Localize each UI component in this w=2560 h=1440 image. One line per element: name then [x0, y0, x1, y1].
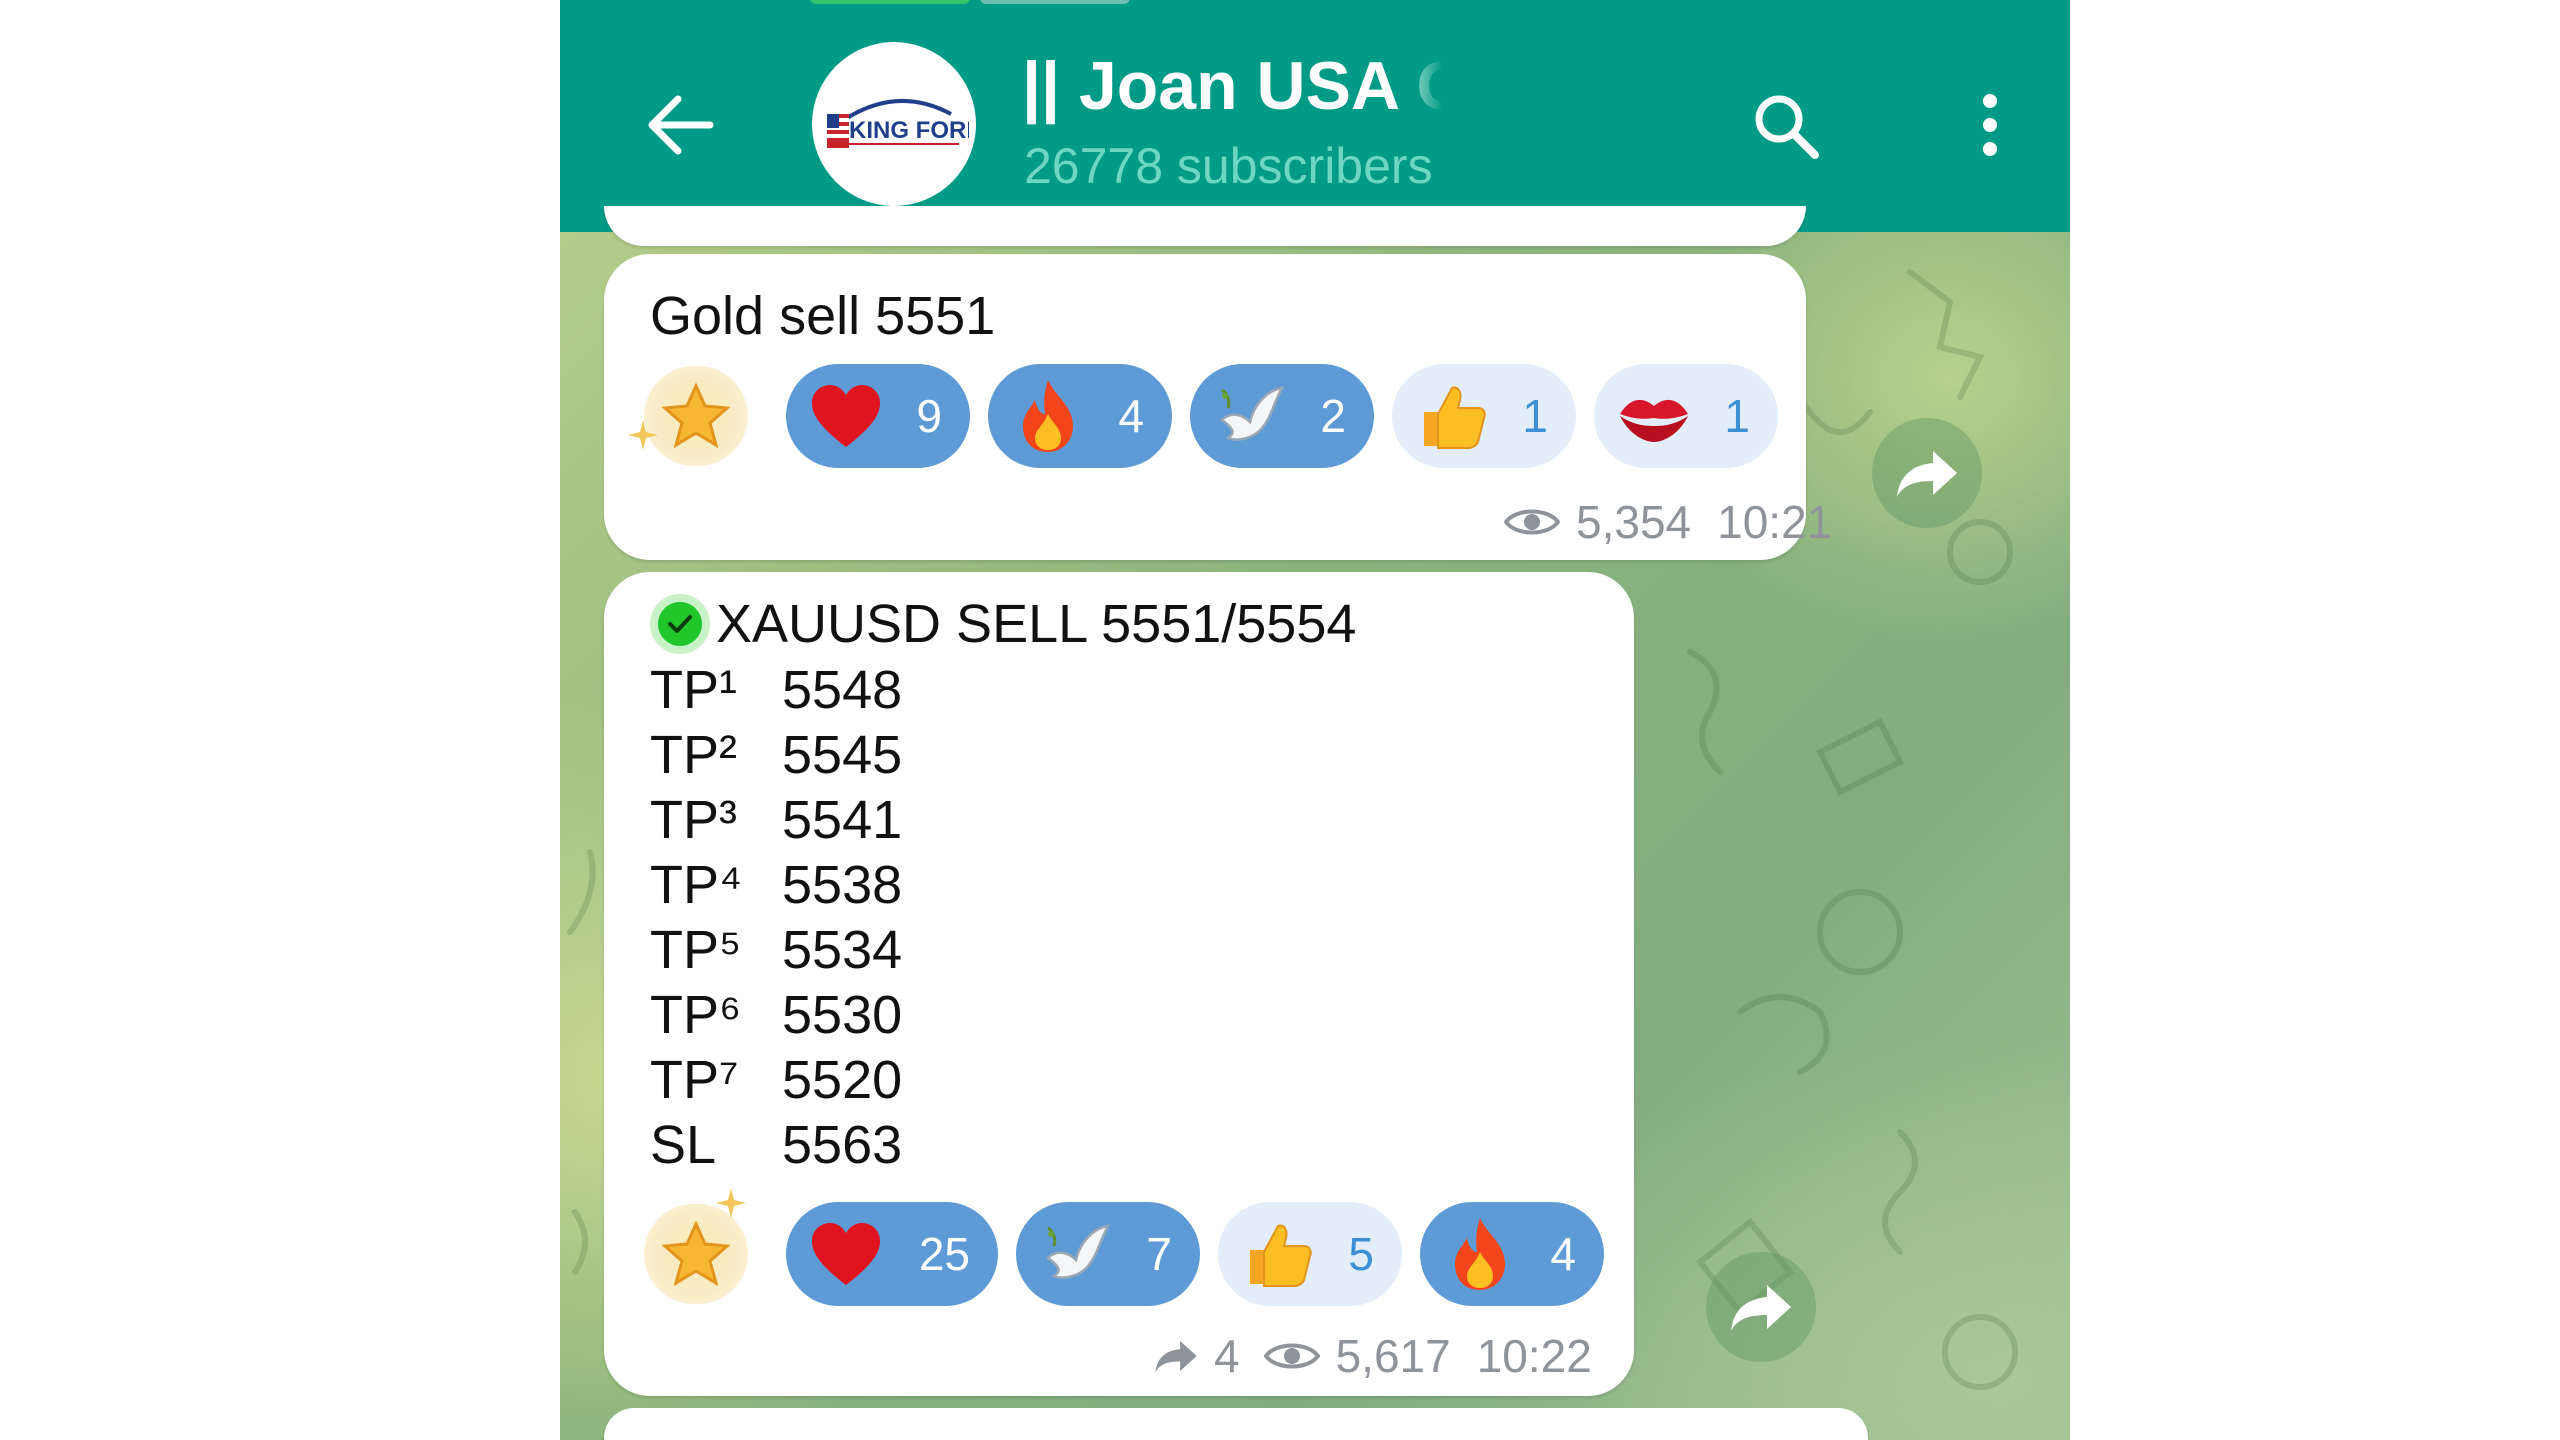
reaction-count: 5	[1348, 1228, 1374, 1280]
eye-icon	[1263, 1343, 1320, 1369]
reaction-count: 4	[1118, 390, 1144, 442]
more-vertical-icon	[1983, 94, 1997, 156]
thumbs-up-icon	[1238, 1214, 1318, 1294]
share-count: 4	[1214, 1330, 1240, 1382]
view-count: 5,354	[1576, 496, 1692, 548]
avatar-logo-text: KING FOREX	[849, 117, 969, 144]
share-arrow-icon	[1155, 1340, 1197, 1373]
reaction-count: 2	[1320, 390, 1346, 442]
star-reaction[interactable]	[628, 364, 756, 468]
level-value: 5545	[782, 725, 903, 785]
forward-button[interactable]	[1706, 1252, 1816, 1362]
subscriber-count: 26778 subscribers	[1024, 138, 1433, 194]
check-mark-icon	[650, 593, 710, 654]
search-button[interactable]	[1740, 80, 1830, 170]
star-icon	[661, 1220, 731, 1287]
fire-icon	[1008, 376, 1088, 456]
share-arrow-icon	[1731, 1285, 1791, 1331]
level-value: 5530	[782, 985, 903, 1045]
heart-reaction[interactable]: 9	[786, 364, 970, 468]
reaction-count: 1	[1724, 390, 1750, 442]
status-indicator	[810, 0, 970, 4]
forward-button[interactable]	[1872, 418, 1982, 528]
message-bubble[interactable]: Gold sell 5551 9 4 2 1 1 5,354 10:21	[604, 254, 1832, 560]
search-icon	[1755, 95, 1819, 159]
share-arrow-icon	[1897, 451, 1957, 497]
level-label: TP⁵	[650, 920, 742, 980]
reactions-row: 25 7 5 4	[636, 1188, 1616, 1306]
message-meta: 4 5,617 10:22	[1154, 1328, 1592, 1384]
thumbs-up-reaction[interactable]: 1	[1392, 364, 1576, 468]
message-bubble[interactable]: XAUUSD SELL 5551/5554 TP¹ 5548 TP² 5545 TP…	[604, 572, 1634, 1396]
eye-icon	[1504, 509, 1560, 535]
level-value: 5541	[782, 790, 903, 850]
level-row: TP² 5545	[650, 723, 902, 788]
previous-message-bubble[interactable]	[604, 206, 1806, 246]
reactions-row: 9 4 2 1 1	[628, 364, 1796, 468]
level-value: 5538	[782, 855, 903, 915]
status-indicator	[980, 0, 1130, 4]
message-meta: 5,354 10:21	[1504, 494, 1832, 550]
level-value: 5563	[782, 1115, 903, 1175]
star-reaction[interactable]	[636, 1188, 756, 1306]
fire-icon	[1440, 1214, 1520, 1294]
level-value: 5520	[782, 1050, 903, 1110]
level-row: TP⁵ 5534	[650, 918, 902, 983]
fire-reaction[interactable]: 4	[1420, 1202, 1604, 1306]
view-count: 5,617	[1335, 1330, 1451, 1382]
channel-header: KING FOREX || Joan USA GOLD Fx 26778 sub…	[560, 0, 2070, 232]
level-row: TP⁶ 5530	[650, 983, 902, 1048]
more-options-button[interactable]	[1950, 80, 2030, 170]
kiss-reaction[interactable]: 1	[1594, 364, 1778, 468]
dove-reaction[interactable]: 2	[1190, 364, 1374, 468]
message-text: Gold sell 5551	[650, 286, 996, 346]
level-row: TP⁴ 5538	[650, 853, 902, 918]
arrow-left-icon	[648, 95, 714, 155]
back-button[interactable]	[630, 80, 730, 170]
signal-headline-row: XAUUSD SELL 5551/5554	[650, 592, 1356, 658]
level-label: TP²	[650, 725, 737, 785]
reaction-count: 1	[1522, 390, 1548, 442]
level-label: TP³	[650, 790, 737, 850]
level-row: TP¹ 5548	[650, 658, 902, 723]
next-message-bubble[interactable]	[604, 1408, 1868, 1440]
king-forex-logo-icon: KING FOREX	[827, 98, 969, 148]
level-label: TP⁷	[650, 1050, 739, 1110]
star-icon	[661, 382, 731, 449]
channel-title[interactable]: || Joan USA GOLD Fx	[1022, 44, 1442, 128]
level-label: TP¹	[650, 660, 737, 720]
thumbs-up-reaction[interactable]: 5	[1218, 1202, 1402, 1306]
sparkle-icon	[716, 1188, 746, 1218]
level-value: 5534	[782, 920, 903, 980]
level-row: SL 5563	[650, 1113, 902, 1178]
dove-reaction[interactable]: 7	[1016, 1202, 1200, 1306]
thumbs-up-icon	[1412, 376, 1492, 456]
level-label: TP⁴	[650, 855, 743, 915]
signal-headline: XAUUSD SELL 5551/5554	[716, 594, 1357, 654]
message-time: 10:22	[1476, 1330, 1592, 1382]
level-label: SL	[650, 1115, 717, 1175]
heart-icon	[806, 376, 886, 456]
level-row: TP⁷ 5520	[650, 1048, 902, 1113]
level-row: TP³ 5541	[650, 788, 902, 853]
level-label: TP⁶	[650, 985, 742, 1045]
heart-icon	[806, 1214, 886, 1294]
sparkle-icon	[628, 420, 658, 450]
level-value: 5548	[782, 660, 903, 720]
channel-avatar[interactable]: KING FOREX	[812, 42, 976, 206]
heart-reaction[interactable]: 25	[786, 1202, 998, 1306]
dove-icon	[1210, 376, 1290, 456]
dove-icon	[1036, 1214, 1116, 1294]
message-time: 10:21	[1717, 496, 1833, 548]
telegram-channel-screen: KING FOREX || Joan USA GOLD Fx 26778 sub…	[560, 0, 2070, 1440]
reaction-count: 25	[918, 1228, 970, 1280]
reaction-count: 9	[916, 390, 942, 442]
reaction-count: 4	[1550, 1228, 1576, 1280]
fire-reaction[interactable]: 4	[988, 364, 1172, 468]
kiss-icon	[1614, 376, 1694, 456]
reaction-count: 7	[1146, 1228, 1172, 1280]
